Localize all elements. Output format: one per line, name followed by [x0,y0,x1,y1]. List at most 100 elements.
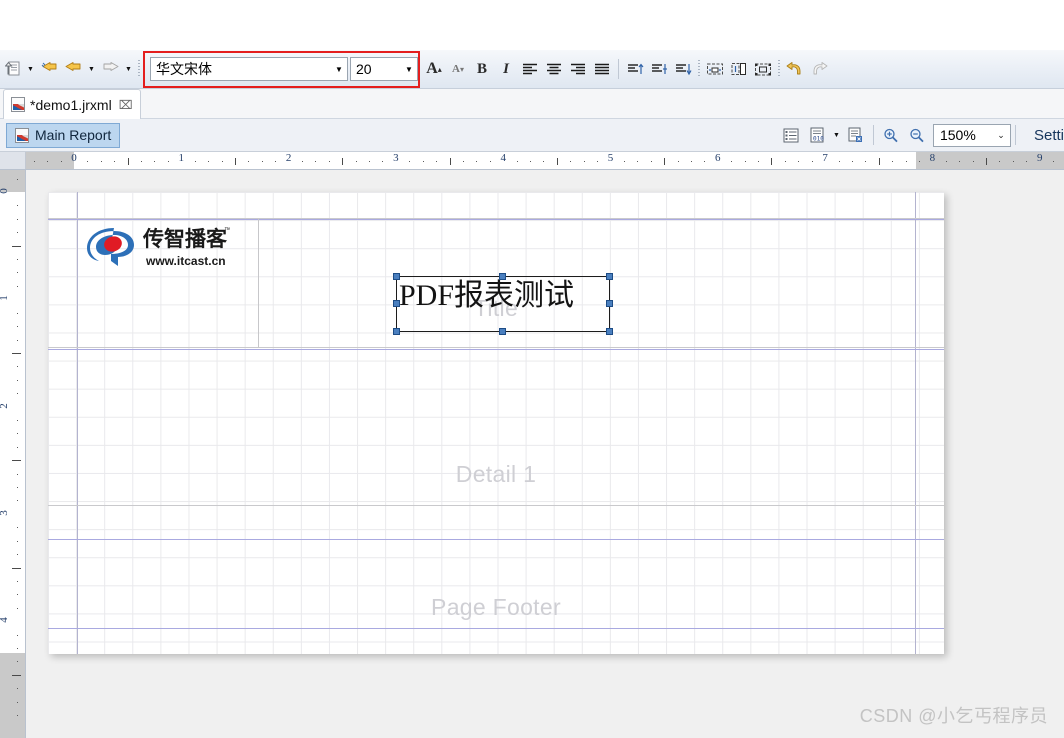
ruler-tick [221,161,223,162]
ruler-tick [17,580,18,582]
ruler-tick [878,158,880,165]
resize-handle-e[interactable] [606,300,613,307]
ruler-tick [690,161,692,162]
resize-handle-nw[interactable] [393,273,400,280]
ruler-tick [208,161,210,162]
ruler-tick [959,161,961,162]
title-text-field[interactable]: PDF报表测试 [393,273,613,335]
align-justify-icon[interactable] [591,57,613,81]
italic-button[interactable]: I [495,57,517,81]
report-file-icon [15,127,29,143]
report-data-icon[interactable]: 010 [805,123,829,147]
increase-font-size-arrow: ▴ [437,64,442,74]
chevron-down-icon[interactable]: ⌄ [992,130,1010,141]
itcast-logo-svg: 传智播客 ™ www.itcast.cn [87,227,231,268]
detail-band-inner-line [48,505,944,506]
increase-font-size-label: A [426,60,438,77]
redo-icon[interactable] [99,57,121,81]
zoom-out-icon-svg [910,128,925,142]
ruler-tick [315,161,317,162]
ruler-tick [17,446,18,448]
ruler-tick [17,420,18,421]
ruler-tick [744,161,746,162]
itcast-logo-image-element[interactable]: 传智播客 ™ www.itcast.cn [77,219,259,348]
font-name-combo[interactable]: 华文宋体 ▼ [150,57,348,81]
ruler-tick [1053,161,1055,162]
size-to-fit-icon[interactable] [752,57,774,81]
align-top-icon[interactable] [624,57,646,81]
show-bands-icon[interactable] [779,123,803,147]
rotate-left-icon[interactable] [784,57,806,81]
ruler-tick [811,161,813,162]
ruler-tick [17,326,18,328]
bold-button[interactable]: B [471,57,493,81]
increase-font-size-icon[interactable]: A ▴ [423,57,445,81]
settings-tab-label[interactable]: Setti [1034,127,1064,144]
undo-dropdown-arrow[interactable]: ▼ [85,57,98,81]
export-dropdown-arrow[interactable]: ▼ [24,57,37,81]
font-size-combo[interactable]: 20 ▼ [350,57,418,81]
resize-handle-se[interactable] [606,328,613,335]
zoom-out-icon[interactable] [905,123,929,147]
resize-handle-n[interactable] [499,273,506,280]
rotate-right-icon[interactable] [808,57,830,81]
undo-history-icon-svg [41,61,56,71]
ruler-corner [0,152,26,169]
export-icon-svg [4,61,19,76]
redo-dropdown-arrow[interactable]: ▼ [122,57,135,81]
editor-tab-demo1-jrxml[interactable]: *demo1.jrxml ⌧ [3,89,141,119]
redo-icon-svg [103,61,118,71]
align-right-icon[interactable] [567,57,589,81]
ruler-label-0: 0 [71,152,77,164]
decrease-font-size-icon[interactable]: A ▾ [447,57,469,81]
resize-handle-sw[interactable] [393,328,400,335]
chevron-down-icon[interactable]: ▼ [331,65,347,74]
ruler-tick [449,158,451,165]
zoom-level-combo[interactable]: 150% ⌄ [932,123,1011,147]
ruler-tick [369,161,371,162]
resize-handle-w[interactable] [393,300,400,307]
align-justify-icon-svg [595,63,609,74]
close-icon[interactable]: ⌧ [119,98,133,112]
report-page-canvas[interactable]: Title Detail 1 Page Footer 传智播客 ™ www.it… [48,192,944,654]
svg-text:www.itcast.cn: www.itcast.cn [145,254,226,268]
ruler-tick [167,161,169,162]
ruler-tick [17,205,18,207]
align-middle-icon[interactable] [648,57,670,81]
ruler-tick [972,161,974,162]
ruler-label-2: 2 [285,152,292,164]
undo-history-icon[interactable] [38,57,60,81]
zoom-in-icon[interactable] [879,123,903,147]
export-icon[interactable] [1,57,23,81]
align-center-icon[interactable] [543,57,565,81]
ruler-tick [17,634,18,636]
report-designer-area[interactable]: Title Detail 1 Page Footer 传智播客 ™ www.it… [26,170,1064,738]
main-report-button[interactable]: Main Report [6,122,121,148]
toolbar-separator [618,59,619,79]
resize-handle-s[interactable] [499,328,506,335]
horizontal-ruler[interactable]: 0 1 2 3 4 5 6 7 8 9 [0,152,1064,170]
resize-handle-ne[interactable] [606,273,613,280]
vertical-ruler[interactable]: 0 1 2 3 4 [0,170,26,738]
distribute-vertically-icon[interactable] [728,57,750,81]
window-top-strip [0,0,1064,50]
undo-icon[interactable] [62,57,84,81]
ruler-tick [17,661,18,663]
ruler-label-3: 3 [393,152,399,164]
page-footer-band-label: Page Footer [431,594,561,620]
ruler-tick [127,158,129,165]
ruler-tick [798,161,800,162]
report-data-dropdown-arrow[interactable]: ▼ [830,123,843,147]
decrease-font-size-label: A [452,63,460,75]
align-bottom-icon[interactable] [672,57,694,81]
ruler-tick [261,161,263,162]
distribute-horizontally-icon[interactable] [704,57,726,81]
detail-band-label: Detail 1 [455,461,537,487]
ruler-label-4: 4 [0,617,10,623]
decrease-font-size-arrow: ▾ [459,64,464,74]
main-report-toolbar: Main Report 010 ▼ 150% ⌄ Setti [0,119,1064,152]
align-left-icon[interactable] [519,57,541,81]
chevron-down-icon[interactable]: ▼ [401,65,417,74]
compile-report-icon[interactable] [844,123,868,147]
ruler-tick [637,161,639,162]
